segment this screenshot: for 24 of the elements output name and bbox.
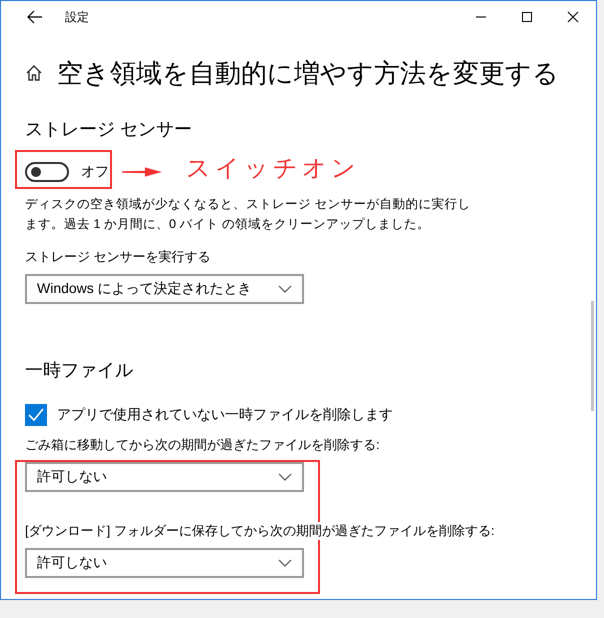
home-icon[interactable]: [25, 64, 43, 82]
field-label: ストレージ センサーを実行する: [25, 248, 212, 266]
dropdown[interactable]: 許可しない: [25, 462, 304, 492]
scrollbar[interactable]: [591, 301, 594, 411]
dropdown[interactable]: 許可しない: [25, 548, 304, 578]
field-label: ごみ箱に移動してから次の期間が過ぎたファイルを削除する:: [25, 436, 381, 454]
window-title: 設定: [65, 8, 90, 26]
page-title: 空き領域を自動的に増やす方法を変更する: [57, 56, 559, 90]
chevron-down-icon: [278, 473, 292, 481]
dropdown[interactable]: Windows によって決定されたとき: [25, 274, 304, 304]
section-heading: 一時ファイル: [25, 359, 134, 382]
toggle-switch[interactable]: [25, 162, 69, 182]
close-icon: [567, 11, 579, 23]
checkbox[interactable]: [25, 404, 47, 426]
description: ディスクの空き領域が少なくなると、ストレージ センサーが自動的に実行します。過去 1 か月間に、0 バイト の領域をクリーンアップしました。: [25, 196, 472, 233]
chevron-down-icon: [278, 559, 292, 567]
chevron-down-icon: [278, 285, 292, 293]
annotation-text: スイッチオン: [186, 155, 360, 184]
toggle-label: オフ: [81, 163, 109, 181]
maximize-icon: [521, 11, 533, 23]
field-label: [ダウンロード] フォルダーに保存してから次の期間が過ぎたファイルを削除する:: [25, 522, 494, 540]
back-arrow-icon[interactable]: [27, 10, 43, 24]
section-heading: ストレージ センサー: [25, 118, 194, 141]
checkbox-label: アプリで使用されていない一時ファイルを削除します: [57, 406, 393, 424]
